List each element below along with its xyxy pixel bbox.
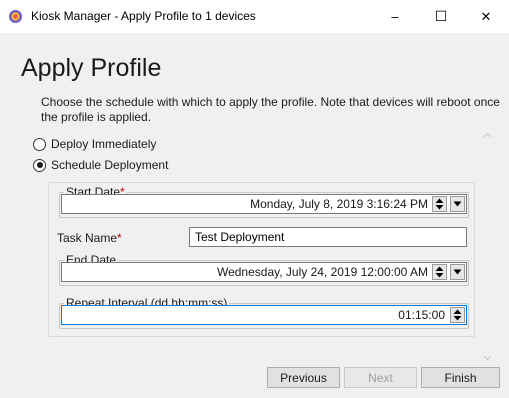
schedule-deployment-radio[interactable]	[33, 158, 46, 172]
finish-button[interactable]: Finish	[421, 367, 500, 388]
schedule-deployment-option[interactable]: Schedule Deployment	[33, 157, 168, 173]
repeat-interval-value: 01:15:00	[398, 308, 445, 322]
window: Kiosk Manager - Apply Profile to 1 devic…	[0, 0, 509, 398]
previous-button[interactable]: Previous	[267, 367, 340, 388]
task-name-input[interactable]	[189, 227, 467, 247]
deploy-immediately-option[interactable]: Deploy Immediately	[33, 136, 156, 152]
scroll-down-icon[interactable]	[483, 355, 492, 361]
maximize-button[interactable]: ☐	[418, 0, 464, 33]
end-date-picker[interactable]: Wednesday, July 24, 2019 12:00:00 AM	[61, 262, 467, 282]
vertical-scrollbar[interactable]	[479, 129, 496, 364]
deploy-immediately-radio[interactable]	[33, 137, 46, 151]
minimize-icon: –	[391, 9, 399, 24]
end-date-value: Wednesday, July 24, 2019 12:00:00 AM	[216, 265, 428, 279]
end-date-spin-icon[interactable]	[432, 264, 447, 280]
schedule-deployment-label: Schedule Deployment	[51, 158, 169, 172]
close-icon: ✕	[480, 8, 492, 24]
start-date-dropdown-icon[interactable]	[450, 196, 465, 212]
scroll-up-icon[interactable]	[483, 132, 492, 138]
page-title: Apply Profile	[21, 54, 162, 82]
start-date-picker[interactable]: Monday, July 8, 2019 3:16:24 PM	[61, 194, 467, 214]
repeat-interval-spin-icon[interactable]	[450, 307, 465, 323]
maximize-icon: ☐	[434, 8, 448, 24]
next-button[interactable]: Next	[344, 367, 417, 388]
kiosk-app-icon	[9, 10, 22, 23]
start-date-spin-icon[interactable]	[432, 196, 447, 212]
window-title: Kiosk Manager - Apply Profile to 1 devic…	[31, 9, 256, 23]
close-button[interactable]: ✕	[463, 0, 509, 33]
deploy-immediately-label: Deploy Immediately	[51, 137, 157, 151]
page-description: Choose the schedule with which to apply …	[41, 95, 500, 124]
task-name-label: Task Name*	[57, 231, 122, 245]
schedule-panel: Start Date* Monday, July 8, 2019 3:16:24…	[48, 182, 475, 337]
repeat-interval-input[interactable]: 01:15:00	[61, 305, 467, 325]
minimize-button[interactable]: –	[372, 0, 418, 33]
end-date-dropdown-icon[interactable]	[450, 264, 465, 280]
start-date-value: Monday, July 8, 2019 3:16:24 PM	[250, 197, 428, 211]
title-bar: Kiosk Manager - Apply Profile to 1 devic…	[0, 0, 509, 33]
